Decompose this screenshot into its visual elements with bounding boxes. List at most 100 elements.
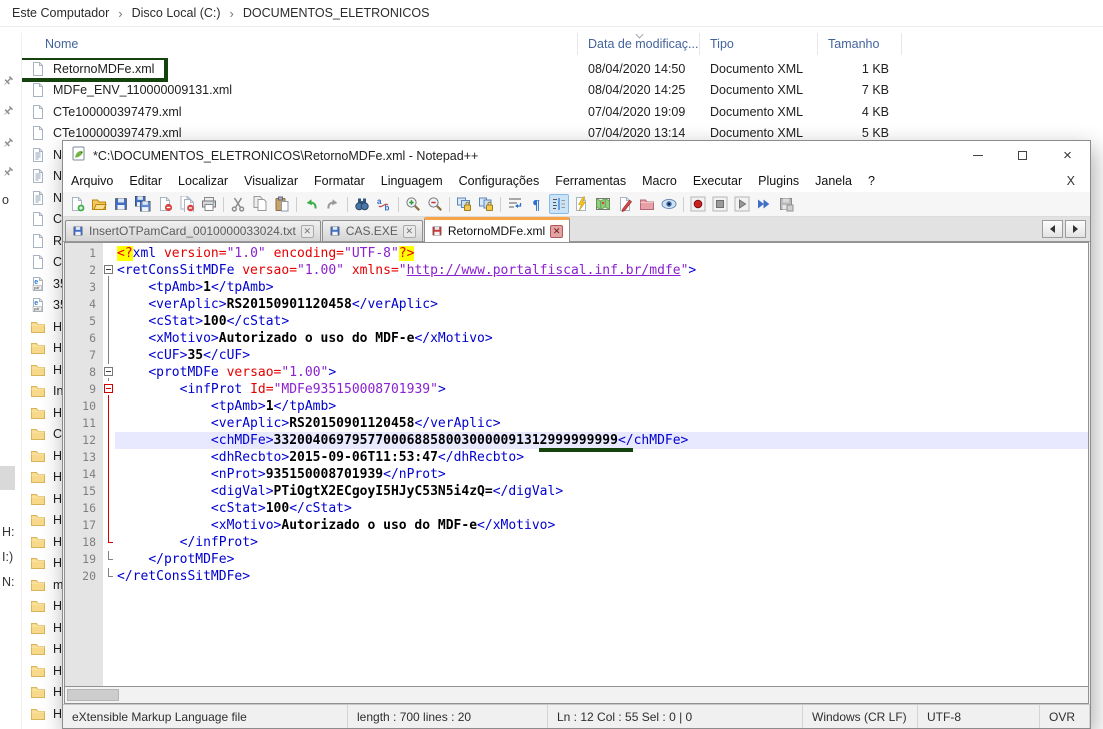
code-line[interactable]: 11 <verAplic>RS20150901120458</verAplic> [65, 415, 1088, 432]
toolbar-button-replace[interactable]: ab [374, 194, 394, 214]
menu-item-ferramentas[interactable]: Ferramentas [547, 174, 634, 188]
maximize-button[interactable] [1000, 141, 1045, 170]
code-line[interactable]: 17 <xMotivo>Autorizado o uso do MDF-e</x… [65, 517, 1088, 534]
nav-drive-item[interactable]: H: [2, 525, 15, 539]
breadcrumb-item[interactable]: DOCUMENTOS_ELETRONICOS [241, 6, 432, 20]
toolbar-button-save-all[interactable] [133, 194, 153, 214]
menu-item-executar[interactable]: Executar [685, 174, 750, 188]
code-line[interactable]: 5 <cStat>100</cStat> [65, 313, 1088, 330]
menu-item-[interactable]: ? [860, 174, 883, 188]
toolbar-button-macro-save[interactable] [776, 194, 796, 214]
toolbar-button-open-folder[interactable] [89, 194, 109, 214]
toolbar-button-project-panel[interactable] [637, 194, 657, 214]
toolbar-button-find[interactable] [352, 194, 372, 214]
code-token: version= [164, 246, 227, 261]
file-row[interactable]: CTe100000397479.xml07/04/2020 19:09Docum… [22, 101, 1103, 123]
code-line[interactable]: 8 <protMDFe versao="1.00"> [65, 364, 1088, 381]
toolbar-button-word-wrap[interactable] [505, 194, 525, 214]
toolbar-button-zoom-in[interactable] [403, 194, 423, 214]
toolbar-button-sync-scroll-h[interactable] [476, 194, 496, 214]
code-line[interactable]: 16 <cStat>100</cStat> [65, 500, 1088, 517]
tab-close-button[interactable]: ✕ [403, 225, 416, 238]
tab-scroll-right-button[interactable] [1065, 220, 1086, 238]
menu-item-plugins[interactable]: Plugins [750, 174, 807, 188]
toolbar-button-show-all-chars[interactable]: ¶ [527, 194, 547, 214]
code-line[interactable]: 20</retConsSitMDFe> [65, 568, 1088, 585]
scrollbar-thumb[interactable] [67, 689, 119, 701]
menu-item-editar[interactable]: Editar [121, 174, 170, 188]
code-line[interactable]: 3 <tpAmb>1</tpAmb> [65, 279, 1088, 296]
menu-item-visualizar[interactable]: Visualizar [236, 174, 306, 188]
column-header-label: Nome [45, 37, 78, 51]
tab-retornomdfexml[interactable]: RetornoMDFe.xml✕ [424, 217, 570, 242]
tab-close-button[interactable]: ✕ [301, 225, 314, 238]
nav-drive-item[interactable]: N: [2, 575, 15, 589]
toolbar-button-cut[interactable] [228, 194, 248, 214]
fold-collapse-marker[interactable] [104, 384, 113, 393]
toolbar-button-macro-play[interactable] [732, 194, 752, 214]
column-header-size[interactable]: Tamanho [818, 33, 902, 55]
column-header-date[interactable]: Data de modificaç... [578, 33, 700, 55]
menu-item-macro[interactable]: Macro [634, 174, 685, 188]
menu-item-janela[interactable]: Janela [807, 174, 860, 188]
menu-item-configuraes[interactable]: Configurações [451, 174, 548, 188]
toolbar-button-function-list[interactable] [571, 194, 591, 214]
menu-item-formatar[interactable]: Formatar [306, 174, 373, 188]
menu-item-arquivo[interactable]: Arquivo [63, 174, 121, 188]
code-line[interactable]: 6 <xMotivo>Autorizado o uso do MDF-e</xM… [65, 330, 1088, 347]
breadcrumb-item[interactable]: Disco Local (C:) [130, 6, 223, 20]
toolbar-button-paste[interactable] [272, 194, 292, 214]
tab-close-button[interactable]: ✕ [550, 225, 563, 238]
toolbar-button-macro-record[interactable] [688, 194, 708, 214]
toolbar-button-document-map[interactable] [593, 194, 613, 214]
close-button[interactable]: × [1045, 141, 1090, 170]
file-name: C [53, 212, 62, 226]
nav-drive-item[interactable]: I:) [2, 550, 13, 564]
nav-drive-item[interactable]: o [2, 193, 9, 207]
toolbar-button-view-monitor[interactable] [659, 194, 679, 214]
toolbar-button-copy[interactable] [250, 194, 270, 214]
np-editor[interactable]: 1<?xml version="1.0" encoding="UTF-8"?>2… [65, 243, 1088, 686]
doc-close-shortcut[interactable]: X [1067, 174, 1090, 188]
code-line[interactable]: 2<retConsSitMDFe versao="1.00" xmlns="ht… [65, 262, 1088, 279]
toolbar-button-close-doc[interactable] [155, 194, 175, 214]
file-row[interactable]: RetornoMDFe.xml08/04/2020 14:50Documento… [22, 58, 1103, 80]
file-row[interactable]: MDFe_ENV_110000009131.xml08/04/2020 14:2… [22, 80, 1103, 102]
tab-casexe[interactable]: CAS.EXE✕ [322, 220, 423, 241]
horizontal-scrollbar[interactable] [65, 686, 1088, 703]
toolbar-button-save[interactable] [111, 194, 131, 214]
code-line[interactable]: 14 <nProt>935150008701939</nProt> [65, 466, 1088, 483]
fold-collapse-marker[interactable] [104, 367, 113, 376]
breadcrumb-item[interactable]: Este Computador [10, 6, 111, 20]
code-line[interactable]: 1<?xml version="1.0" encoding="UTF-8"?> [65, 245, 1088, 262]
code-line[interactable]: 13 <dhRecbto>2015-09-06T11:53:47</dhRecb… [65, 449, 1088, 466]
toolbar-button-macro-edit[interactable] [615, 194, 635, 214]
menu-item-localizar[interactable]: Localizar [170, 174, 236, 188]
tab-insertotpamcard0010000033024txt[interactable]: InsertOTPamCard_0010000033024.txt✕ [65, 220, 321, 241]
code-line[interactable]: 9 <infProt Id="MDFe935150008701939"> [65, 381, 1088, 398]
toolbar-button-indent-guide[interactable] [549, 194, 569, 214]
code-line[interactable]: 18 </infProt> [65, 534, 1088, 551]
toolbar-button-close-all-docs[interactable] [177, 194, 197, 214]
toolbar-button-sync-scroll-v[interactable] [454, 194, 474, 214]
toolbar-button-undo[interactable] [301, 194, 321, 214]
code-line[interactable]: 12 <chMDFe>33200406979577000688580030000… [65, 432, 1088, 449]
toolbar-button-redo[interactable] [323, 194, 343, 214]
toolbar-button-zoom-out[interactable] [425, 194, 445, 214]
code-line[interactable]: 19 </protMDFe> [65, 551, 1088, 568]
toolbar-button-macro-run-multiple[interactable] [754, 194, 774, 214]
toolbar-button-new-file[interactable] [67, 194, 87, 214]
tab-scroll-left-button[interactable] [1042, 220, 1063, 238]
menu-item-linguagem[interactable]: Linguagem [373, 174, 451, 188]
toolbar-button-print[interactable] [199, 194, 219, 214]
code-line[interactable]: 15 <digVal>PTiOgtX2ECgoyI5HJyC53N5i4zQ=<… [65, 483, 1088, 500]
code-line[interactable]: 10 <tpAmb>1</tpAmb> [65, 398, 1088, 415]
column-header-name[interactable]: Nome [22, 33, 578, 55]
code-line[interactable]: 7 <cUF>35</cUF> [65, 347, 1088, 364]
minimize-button[interactable] [955, 141, 1000, 170]
fold-collapse-marker[interactable] [104, 265, 113, 274]
code-line[interactable]: 4 <verAplic>RS20150901120458</verAplic> [65, 296, 1088, 313]
paste-icon [274, 196, 290, 212]
toolbar-button-macro-stop[interactable] [710, 194, 730, 214]
column-header-type[interactable]: Tipo [700, 33, 818, 55]
